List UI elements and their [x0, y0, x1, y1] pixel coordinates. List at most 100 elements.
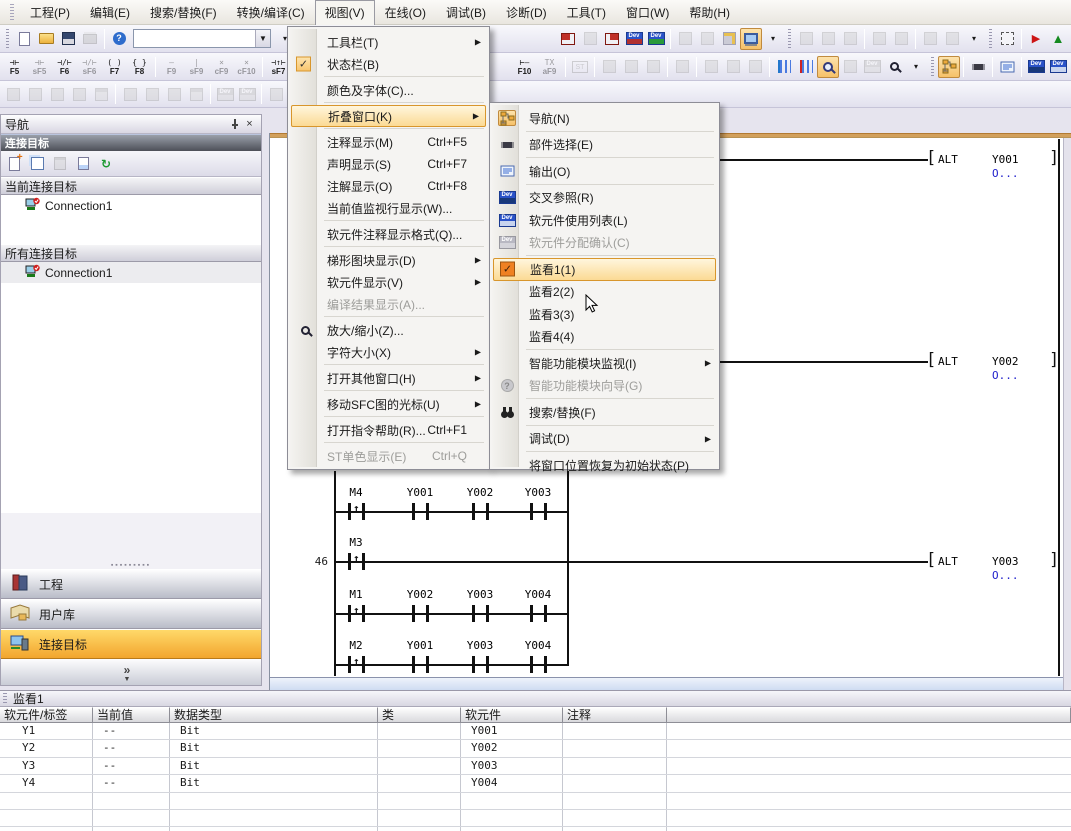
contact-bar[interactable] [486, 503, 489, 520]
menu-item-调试D[interactable]: 调试(D)▶ [492, 428, 717, 451]
device-label: M4 [333, 486, 379, 499]
device-label: Y004 [515, 639, 561, 652]
contact-bar[interactable] [472, 656, 475, 673]
contact-bar[interactable] [530, 503, 533, 520]
menu-item-智能功能模块向导G[interactable]: ?智能功能模块向导(G) [492, 375, 717, 398]
contact-bar[interactable] [486, 656, 489, 673]
device-label: Y002 [397, 588, 443, 601]
instruction-name[interactable]: ALT [938, 153, 958, 166]
menu-item-软元件分配确认C[interactable]: Dev软元件分配确认(C) [492, 232, 717, 255]
device-label: Y002 [457, 486, 503, 499]
menu-item-状态栏B[interactable]: ✓状态栏(B) [290, 53, 487, 75]
menu-item-放大缩小Z[interactable]: 放大/缩小(Z)... [290, 319, 487, 341]
menu-item-字符大小X[interactable]: 字符大小(X)▶ [290, 341, 487, 363]
contact-bar[interactable] [472, 605, 475, 622]
contact-bar[interactable] [426, 605, 429, 622]
submenu-arrow-icon: ▶ [705, 359, 711, 368]
submenu-arrow-icon: ▶ [475, 256, 481, 265]
instruction-bracket: [ [926, 352, 936, 369]
menu-item-监看33[interactable]: 监看3(3) [492, 303, 717, 326]
contact-bar[interactable] [544, 503, 547, 520]
instruction-bracket: [ [926, 552, 936, 569]
contact-bar[interactable] [472, 503, 475, 520]
device-label: M1 [333, 588, 379, 601]
menu-item-编译结果显示A[interactable]: 编译结果显示(A)... [290, 293, 487, 315]
menu-item-搜索替换F[interactable]: 搜索/替换(F) [492, 401, 717, 424]
shortcut-label: Ctrl+Q [432, 449, 483, 463]
menu-item-ST单色显示E[interactable]: ST单色显示(E)Ctrl+Q [290, 445, 487, 467]
ladder-wire [335, 664, 568, 666]
output-icon [498, 163, 516, 179]
contact-bar[interactable] [544, 605, 547, 622]
contact-bar[interactable] [530, 656, 533, 673]
menu-item-移动SFC图的光标U[interactable]: 移动SFC图的光标(U)▶ [290, 393, 487, 415]
contact-bar[interactable] [362, 605, 365, 622]
device-comment: O... [992, 369, 1019, 382]
ladder-wire [335, 613, 568, 615]
menu-item-部件选择E[interactable]: 部件选择(E) [492, 134, 717, 157]
rung-number: 46 [298, 555, 328, 568]
instruction-operand[interactable]: Y003 [992, 555, 1019, 568]
menu-item-梯形图块显示D[interactable]: 梯形图块显示(D)▶ [290, 249, 487, 271]
contact-bar[interactable] [412, 656, 415, 673]
rising-pulse-icon: ↑ [353, 502, 360, 515]
menu-item-软元件使用列表L[interactable]: Dev软元件使用列表(L) [492, 209, 717, 232]
menu-item-输出O[interactable]: 输出(O) [492, 160, 717, 183]
contact-bar[interactable] [348, 503, 351, 520]
nav-tree-icon [498, 110, 516, 126]
submenu-arrow-icon: ▶ [475, 374, 481, 383]
contact-bar[interactable] [412, 605, 415, 622]
menu-item-交叉参照R[interactable]: Dev交叉参照(R) [492, 187, 717, 210]
device-label: Y004 [515, 588, 561, 601]
submenu-arrow-icon: ▶ [473, 112, 479, 121]
dev-list-icon: Dev [498, 212, 516, 228]
menu-item-将窗口位置恢复为初始状态P[interactable]: 将窗口位置恢复为初始状态(P) [492, 454, 717, 477]
instruction-bracket: ] [1049, 552, 1059, 569]
device-label: Y001 [397, 639, 443, 652]
shortcut-label: Ctrl+F8 [427, 179, 483, 193]
instruction-operand[interactable]: Y002 [992, 355, 1019, 368]
instruction-name[interactable]: ALT [938, 555, 958, 568]
contact-bar[interactable] [426, 656, 429, 673]
binoculars-icon [498, 404, 516, 420]
menu-item-颜色及字体C[interactable]: 颜色及字体(C)... [290, 79, 487, 101]
contact-bar[interactable] [412, 503, 415, 520]
contact-bar[interactable] [348, 605, 351, 622]
device-comment: O... [992, 167, 1019, 180]
instruction-operand[interactable]: Y001 [992, 153, 1019, 166]
device-comment: O... [992, 569, 1019, 582]
menu-item-打开其他窗口H[interactable]: 打开其他窗口(H)▶ [290, 367, 487, 389]
device-label: Y001 [397, 486, 443, 499]
contact-bar[interactable] [362, 553, 365, 570]
menu-item-软元件显示V[interactable]: 软元件显示(V)▶ [290, 271, 487, 293]
menu-item-折叠窗口K[interactable]: 折叠窗口(K)▶ [291, 105, 486, 127]
contact-bar[interactable] [426, 503, 429, 520]
menu-item-智能功能模块监视I[interactable]: 智能功能模块监视(I)▶ [492, 352, 717, 375]
contact-bar[interactable] [348, 656, 351, 673]
docking-window-submenu: 导航(N) 部件选择(E) 输出(O) Dev交叉参照(R)Dev软元件使用列表(L)… [489, 102, 720, 470]
device-label: Y003 [515, 486, 561, 499]
instruction-name[interactable]: ALT [938, 355, 958, 368]
contact-bar[interactable] [362, 503, 365, 520]
contact-bar[interactable] [530, 605, 533, 622]
menu-item-导航N[interactable]: 导航(N) [492, 107, 717, 130]
contact-bar[interactable] [486, 605, 489, 622]
menu-item-监看22[interactable]: 监看2(2) [492, 281, 717, 304]
contact-bar[interactable] [348, 553, 351, 570]
submenu-arrow-icon: ▶ [475, 278, 481, 287]
menu-item-软元件注释显示格式Q[interactable]: 软元件注释显示格式(Q)... [290, 223, 487, 245]
rising-pulse-icon: ↑ [353, 655, 360, 668]
menu-item-监看11[interactable]: ✓监看1(1) [493, 258, 716, 281]
menu-item-注释显示M[interactable]: 注释显示(M)Ctrl+F5 [290, 131, 487, 153]
shortcut-label: Ctrl+F7 [427, 157, 483, 171]
menu-item-声明显示S[interactable]: 声明显示(S)Ctrl+F7 [290, 153, 487, 175]
contact-bar[interactable] [544, 656, 547, 673]
contact-bar[interactable] [362, 656, 365, 673]
submenu-arrow-icon: ▶ [705, 434, 711, 443]
menu-item-工具栏T[interactable]: 工具栏(T)▶ [290, 31, 487, 53]
ladder-wire [335, 561, 928, 563]
menu-item-注解显示O[interactable]: 注解显示(O)Ctrl+F8 [290, 175, 487, 197]
menu-item-当前值监视行显示W[interactable]: 当前值监视行显示(W)... [290, 197, 487, 219]
menu-item-打开指令帮助R[interactable]: 打开指令帮助(R)...Ctrl+F1 [290, 419, 487, 441]
menu-item-监看44[interactable]: 监看4(4) [492, 326, 717, 349]
